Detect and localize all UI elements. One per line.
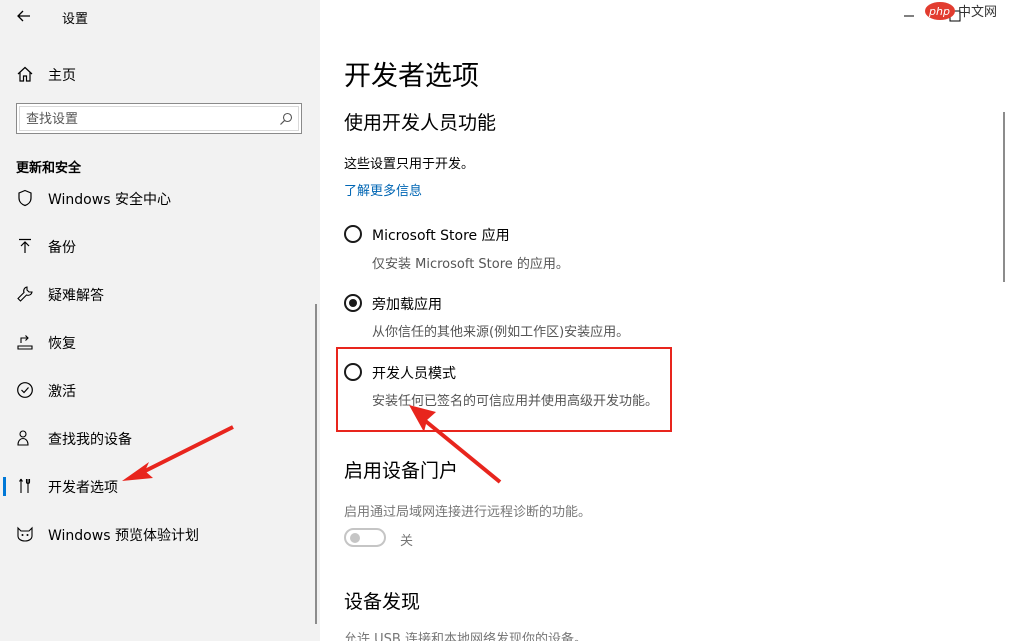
- section-description: 启用通过局域网连接进行远程诊断的功能。: [344, 505, 592, 520]
- sidebar-item-troubleshoot[interactable]: 疑难解答: [0, 274, 316, 314]
- home-icon: [16, 65, 34, 87]
- minimize-icon: [904, 15, 914, 17]
- radio-description: 从你信任的其他来源(例如工作区)安装应用。: [372, 325, 630, 340]
- radio-sideload-apps[interactable]: 旁加载应用: [344, 293, 674, 317]
- sidebar-item-home[interactable]: 主页: [0, 58, 320, 90]
- shield-icon: [16, 189, 34, 207]
- svg-text:中文网: 中文网: [958, 5, 997, 20]
- page-title: 开发者选项: [344, 61, 479, 92]
- search-input[interactable]: [26, 110, 266, 128]
- sidebar-item-label: 恢复: [48, 336, 76, 352]
- svg-text:php: php: [928, 5, 950, 18]
- check-circle-icon: [16, 381, 34, 399]
- sidebar-item-label: Windows 安全中心: [48, 192, 171, 208]
- search-icon[interactable]: [278, 111, 294, 131]
- sidebar-item-windows-security[interactable]: Windows 安全中心: [0, 180, 316, 218]
- radio-developer-mode[interactable]: 开发人员模式: [344, 362, 674, 386]
- sidebar-item-recovery[interactable]: 恢复: [0, 322, 316, 362]
- radio-description: 仅安装 Microsoft Store 的应用。: [372, 257, 569, 272]
- sidebar-item-windows-insider[interactable]: Windows 预览体验计划: [0, 514, 316, 554]
- radio-label: 旁加载应用: [372, 297, 442, 313]
- app-title: 设置: [62, 12, 89, 27]
- sidebar-item-label: 主页: [48, 68, 76, 84]
- radio-button[interactable]: [344, 363, 362, 381]
- radio-button[interactable]: [344, 225, 362, 243]
- sidebar-item-find-my-device[interactable]: 查找我的设备: [0, 418, 316, 458]
- watermark-logo: php 中文网: [924, 0, 1009, 22]
- back-button[interactable]: [14, 4, 34, 28]
- sidebar-item-label: 激活: [48, 384, 76, 400]
- section-title: 更新和安全: [16, 161, 82, 176]
- back-arrow-icon: [17, 10, 30, 22]
- sidebar-item-label: 疑难解答: [48, 288, 104, 304]
- radio-button-checked[interactable]: [344, 294, 362, 312]
- sidebar-item-developer-options[interactable]: 开发者选项: [0, 466, 316, 506]
- sidebar-item-backup[interactable]: 备份: [0, 226, 316, 266]
- sidebar-item-label: 开发者选项: [48, 480, 118, 496]
- developer-tools-icon: [16, 477, 34, 495]
- person-location-icon: [16, 429, 34, 447]
- sidebar-item-label: 备份: [48, 240, 76, 256]
- main-scrollbar[interactable]: [1003, 112, 1005, 282]
- radio-label: Microsoft Store 应用: [372, 228, 510, 244]
- backup-arrow-icon: [16, 237, 34, 255]
- recovery-icon: [16, 333, 34, 351]
- sidebar-item-activation[interactable]: 激活: [0, 370, 316, 410]
- sidebar-item-label: Windows 预览体验计划: [48, 528, 199, 544]
- section-heading-developer-features: 使用开发人员功能: [344, 112, 497, 134]
- search-box[interactable]: [16, 103, 302, 134]
- main-content: 开发者选项 使用开发人员功能 这些设置只用于开发。 了解更多信息 Microso…: [320, 0, 1009, 641]
- nav-list: Windows 安全中心 备份 疑难解答 恢复 激活 查找我的设备 开发者选项 …: [0, 180, 320, 641]
- wrench-icon: [16, 285, 34, 303]
- minimize-button[interactable]: [889, 0, 929, 32]
- section-description: 这些设置只用于开发。: [344, 157, 475, 172]
- radio-microsoft-store[interactable]: Microsoft Store 应用: [344, 224, 674, 248]
- section-heading-device-portal: 启用设备门户: [344, 460, 459, 482]
- selection-indicator: [3, 477, 6, 496]
- insider-cat-icon: [16, 525, 34, 543]
- radio-description: 安装任何已签名的可信应用并使用高级开发功能。: [372, 394, 659, 409]
- sidebar-item-label: 查找我的设备: [48, 432, 132, 448]
- sidebar: 设置 主页 更新和安全 Windows 安全中心: [0, 0, 320, 641]
- radio-label: 开发人员模式: [372, 366, 456, 382]
- toggle-state-label: 关: [400, 534, 414, 549]
- section-heading-device-discovery: 设备发现: [344, 591, 421, 613]
- device-portal-toggle[interactable]: [344, 528, 386, 547]
- section-description: 允许 USB 连接和本地网络发现你的设备。: [344, 632, 587, 641]
- sidebar-scrollbar[interactable]: [315, 304, 317, 624]
- learn-more-link[interactable]: 了解更多信息: [344, 180, 422, 199]
